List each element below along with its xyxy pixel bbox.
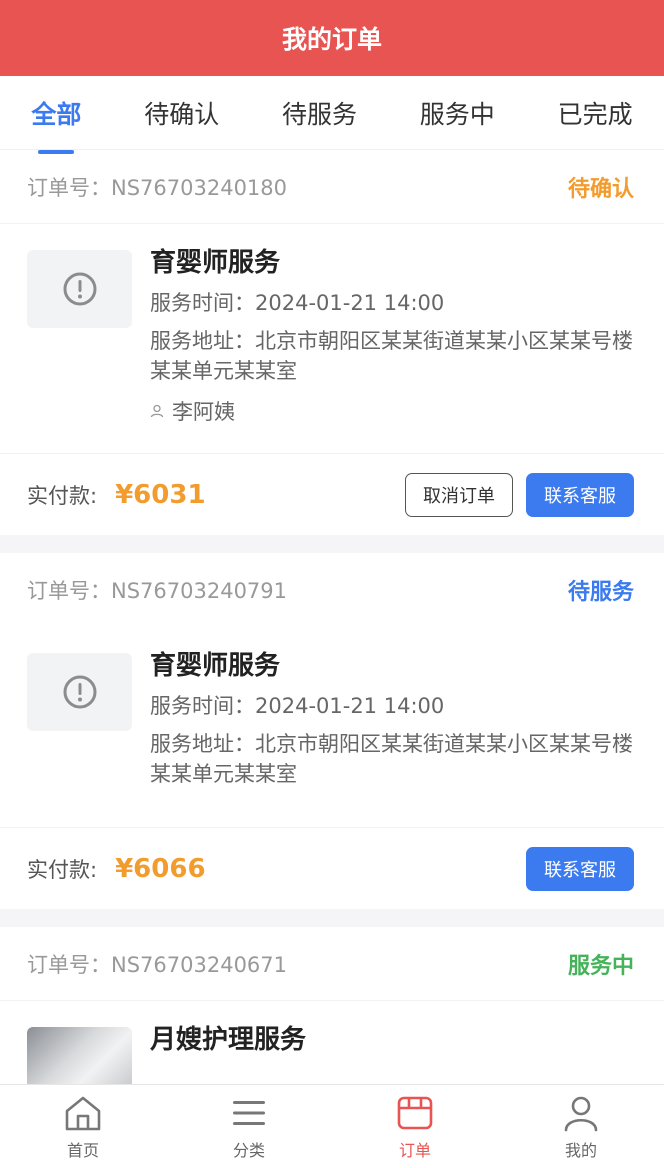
order-number: 订单号：NS76703240671 xyxy=(27,952,288,977)
contact-service-button[interactable]: 联系客服 xyxy=(526,472,634,517)
service-time: 服务时间：2024-01-21 14:00 xyxy=(150,694,445,718)
payment-amount: ¥6031 xyxy=(115,479,206,510)
service-name: 育婴师服务 xyxy=(150,248,281,278)
bottom-tab-bar: 首页 分类 订单 我的 xyxy=(0,1084,664,1168)
tabbar-label: 首页 xyxy=(66,1140,99,1160)
order-number: 订单号：NS76703240791 xyxy=(27,579,288,603)
order-actions: 取消订单 联系客服 xyxy=(405,472,634,517)
service-thumbnail xyxy=(27,250,132,328)
page-title: 我的订单 xyxy=(281,25,382,54)
tab-pending-confirm[interactable]: 待确认 xyxy=(136,95,227,131)
tabbar-item-home[interactable]: 首页 xyxy=(23,1093,143,1161)
person-icon xyxy=(150,404,164,418)
user-icon xyxy=(564,1096,598,1131)
order-status: 服务中 xyxy=(567,953,634,979)
payment-label: 实付款: xyxy=(27,857,98,882)
order-status: 待确认 xyxy=(567,176,634,202)
payment: 实付款: ¥6066 xyxy=(27,854,206,884)
order-card[interactable]: 订单号：NS76703240671 服务中 月嫂护理服务 xyxy=(0,927,664,1105)
tab-pending-service[interactable]: 待服务 xyxy=(274,95,365,131)
order-info: 育婴师服务 服务时间：2024-01-21 14:00 服务地址：北京市朝阳区某… xyxy=(150,651,634,789)
order-status: 待服务 xyxy=(567,580,634,605)
order-footer: 实付款: ¥6066 联系客服 xyxy=(0,827,664,909)
service-time: 服务时间：2024-01-21 14:00 xyxy=(150,291,445,315)
payment-label: 实付款: xyxy=(27,483,98,508)
cancel-order-button[interactable]: 取消订单 xyxy=(405,472,513,517)
order-header: 订单号：NS76703240791 待服务 xyxy=(0,553,664,627)
order-header: 订单号：NS76703240671 服务中 xyxy=(0,927,664,1001)
service-address: 服务地址：北京市朝阳区某某街道某某小区某某号楼某某单元某某室 xyxy=(150,329,633,383)
tabbar-label: 我的 xyxy=(564,1140,597,1160)
payment-amount: ¥6066 xyxy=(115,853,206,884)
tabbar-item-category[interactable]: 分类 xyxy=(189,1093,309,1161)
order-number: 订单号：NS76703240180 xyxy=(27,175,288,200)
tabbar-label: 分类 xyxy=(232,1140,265,1160)
service-thumbnail xyxy=(27,653,132,731)
order-body: 育婴师服务 服务时间：2024-01-21 14:00 服务地址：北京市朝阳区某… xyxy=(0,224,664,426)
tab-completed[interactable]: 已完成 xyxy=(550,95,641,131)
payment: 实付款: ¥6031 xyxy=(27,480,206,510)
menu-icon xyxy=(233,1100,265,1125)
service-name: 月嫂护理服务 xyxy=(150,1025,307,1055)
tabbar-item-me[interactable]: 我的 xyxy=(521,1093,641,1161)
caregiver-name: 李阿姨 xyxy=(172,400,235,424)
caregiver: 李阿姨 xyxy=(150,396,634,426)
service-name: 育婴师服务 xyxy=(150,651,281,681)
tabbar-label: 订单 xyxy=(398,1140,431,1160)
order-icon xyxy=(397,1096,433,1129)
alert-circle-icon xyxy=(63,272,96,306)
order-footer: 实付款: ¥6031 取消订单 联系客服 xyxy=(0,453,664,535)
contact-service-button[interactable]: 联系客服 xyxy=(526,846,634,891)
order-header: 订单号：NS76703240180 待确认 xyxy=(0,150,664,224)
status-tabs: 全部 待确认 待服务 服务中 已完成 xyxy=(0,76,664,150)
order-card[interactable]: 订单号：NS76703240791 待服务 育婴师服务 服务时间：2024-01… xyxy=(0,553,664,909)
page-header: 我的订单 xyxy=(0,0,664,76)
tab-all[interactable]: 全部 xyxy=(23,95,89,131)
tabbar-item-orders[interactable]: 订单 xyxy=(355,1093,475,1161)
order-actions: 联系客服 xyxy=(526,846,634,891)
service-address: 服务地址：北京市朝阳区某某街道某某小区某某号楼某某单元某某室 xyxy=(150,732,633,786)
order-body: 育婴师服务 服务时间：2024-01-21 14:00 服务地址：北京市朝阳区某… xyxy=(0,627,664,789)
order-info: 育婴师服务 服务时间：2024-01-21 14:00 服务地址：北京市朝阳区某… xyxy=(150,248,634,426)
home-icon xyxy=(65,1096,101,1130)
order-list-page: 我的订单 全部 待确认 待服务 服务中 已完成 订单号：NS7670324018… xyxy=(0,0,664,1168)
tab-in-service[interactable]: 服务中 xyxy=(412,95,503,131)
alert-circle-icon xyxy=(63,675,96,709)
order-card[interactable]: 订单号：NS76703240180 待确认 育婴师服务 服务时间：2024-01… xyxy=(0,150,664,535)
